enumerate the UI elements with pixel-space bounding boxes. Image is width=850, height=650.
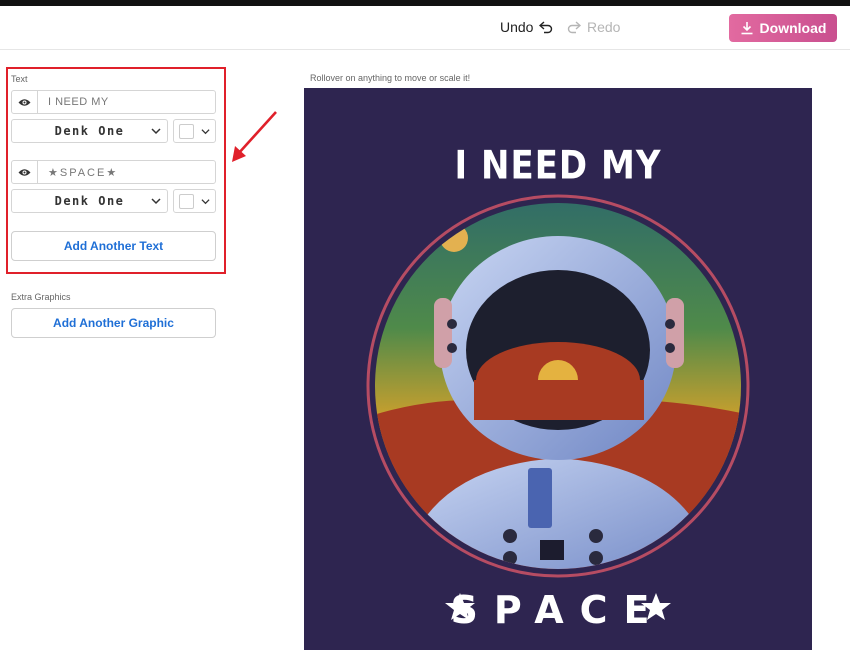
canvas-text-line1[interactable]: I NEED MY <box>304 143 812 189</box>
download-button[interactable]: Download <box>729 14 837 42</box>
download-label: Download <box>759 20 827 36</box>
annotation-arrow <box>232 111 277 162</box>
canvas-text-line2[interactable]: SPACE <box>304 588 812 632</box>
graphics-section-label: Extra Graphics <box>11 292 71 302</box>
download-icon <box>741 22 753 35</box>
add-another-graphic-button[interactable]: Add Another Graphic <box>11 308 216 338</box>
redo-button[interactable]: Redo <box>567 19 620 35</box>
redo-label: Redo <box>587 19 621 35</box>
undo-icon <box>539 21 553 34</box>
undo-button[interactable]: Undo <box>500 19 553 35</box>
canvas-hint: Rollover on anything to move or scale it… <box>310 73 471 83</box>
design-canvas[interactable]: I NEED MY SPACE <box>304 88 812 650</box>
toolbar: Undo Redo Download <box>0 6 850 50</box>
undo-label: Undo <box>500 19 534 35</box>
highlight-box <box>6 67 226 274</box>
redo-icon <box>567 21 581 34</box>
